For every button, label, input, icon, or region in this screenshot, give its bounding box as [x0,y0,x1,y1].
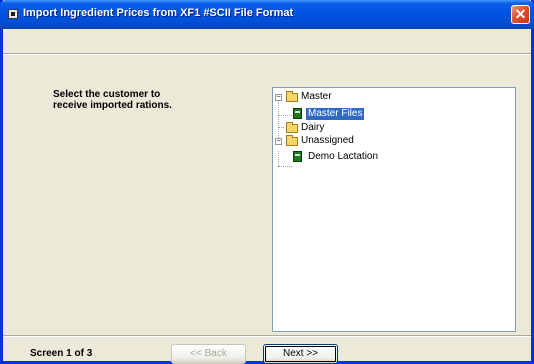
customer-tree[interactable]: − Master Master Files Dairy − Unassigned… [272,87,516,332]
window-title: Import Ingredient Prices from XF1 #SCII … [23,7,294,19]
folder-icon [286,122,298,133]
footer-divider [3,335,531,337]
customer-file-icon [293,151,302,162]
title-bar[interactable]: Import Ingredient Prices from XF1 #SCII … [0,0,534,29]
header-divider [3,53,531,55]
tree-item-label: Demo Lactation [308,151,379,162]
customer-file-icon [293,108,302,119]
tree-item-label: Master Files [306,108,365,120]
screen-indicator: Screen 1 of 3 [30,348,93,359]
tree-item-label: Master [301,91,332,102]
tree-item-label: Dairy [301,122,325,133]
tree-connector [278,115,292,116]
tree-connector [278,127,284,128]
tree-item-label: Unassigned [301,135,354,146]
back-button[interactable]: << Back [171,344,246,364]
tree-connector [278,101,279,140]
collapse-icon[interactable]: − [275,138,282,145]
close-button[interactable]: ✕ [511,5,530,24]
app-icon [8,9,18,19]
folder-icon [286,135,298,146]
folder-icon [286,91,298,102]
tree-connector [278,166,292,167]
tree-connector [278,151,279,166]
collapse-icon[interactable]: − [275,94,282,101]
next-button[interactable]: Next >> [263,344,338,364]
instruction-text: Select the customer to receive imported … [53,89,172,111]
